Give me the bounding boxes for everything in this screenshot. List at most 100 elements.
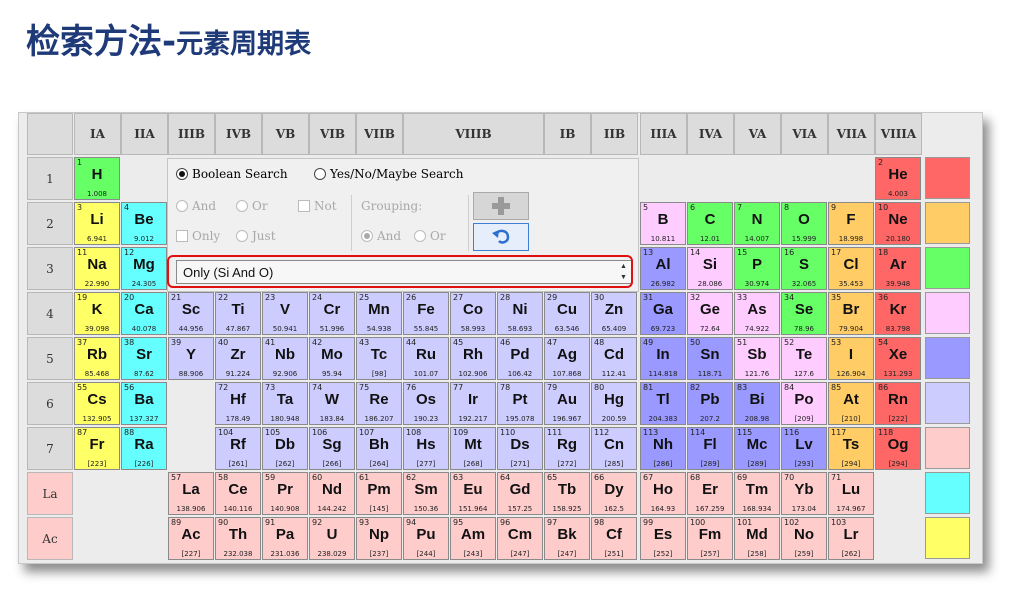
yesno-search-radio-dot[interactable]: [314, 168, 326, 180]
element-pu[interactable]: 94 Pu [244]: [403, 517, 449, 560]
legend-swatch-noble[interactable]: [925, 157, 970, 199]
period-label-la[interactable]: La: [27, 472, 73, 515]
element-zr[interactable]: 40 Zr 91.224: [215, 337, 261, 380]
element-li[interactable]: 3 Li 6.941: [74, 202, 120, 245]
group-header-viib[interactable]: VIIB: [356, 113, 403, 155]
grouping-or-radio-dot[interactable]: [414, 230, 426, 242]
element-fe[interactable]: 26 Fe 55.845: [403, 292, 449, 335]
element-cd[interactable]: 48 Cd 112.41: [591, 337, 637, 380]
just-radio-dot[interactable]: [236, 230, 248, 242]
element-nd[interactable]: 60 Nd 144.242: [309, 472, 355, 515]
element-sg[interactable]: 106 Sg [266]: [309, 427, 355, 470]
element-al[interactable]: 13 Al 26.982: [640, 247, 686, 290]
element-ts[interactable]: 117 Ts [294]: [828, 427, 874, 470]
group-header-iva[interactable]: IVA: [687, 113, 734, 155]
element-sn[interactable]: 50 Sn 118.71: [687, 337, 733, 380]
element-er[interactable]: 68 Er 167.259: [687, 472, 733, 515]
element-bi[interactable]: 83 Bi 208.98: [734, 382, 780, 425]
element-mt[interactable]: 109 Mt [268]: [450, 427, 496, 470]
period-label-3[interactable]: 3: [27, 247, 73, 290]
group-header-iiia[interactable]: IIIA: [640, 113, 687, 155]
element-ca[interactable]: 20 Ca 40.078: [121, 292, 167, 335]
element-po[interactable]: 84 Po [209]: [781, 382, 827, 425]
element-ho[interactable]: 67 Ho 164.93: [640, 472, 686, 515]
or-radio[interactable]: Or: [236, 199, 268, 213]
element-rb[interactable]: 37 Rb 85.468: [74, 337, 120, 380]
element-au[interactable]: 79 Au 196.967: [544, 382, 590, 425]
element-mn[interactable]: 25 Mn 54.938: [356, 292, 402, 335]
element-gd[interactable]: 64 Gd 157.25: [497, 472, 543, 515]
element-nh[interactable]: 113 Nh [286]: [640, 427, 686, 470]
element-pd[interactable]: 46 Pd 106.42: [497, 337, 543, 380]
element-c[interactable]: 6 C 12.01: [687, 202, 733, 245]
undo-button[interactable]: [473, 223, 529, 251]
element-fr[interactable]: 87 Fr [223]: [74, 427, 120, 470]
element-ba[interactable]: 56 Ba 137.327: [121, 382, 167, 425]
period-label-2[interactable]: 2: [27, 202, 73, 245]
legend-swatch-nonmetal[interactable]: [925, 247, 970, 289]
element-ir[interactable]: 77 Ir 192.217: [450, 382, 496, 425]
element-rh[interactable]: 45 Rh 102.906: [450, 337, 496, 380]
element-o[interactable]: 8 O 15.999: [781, 202, 827, 245]
element-cr[interactable]: 24 Cr 51.996: [309, 292, 355, 335]
element-fm[interactable]: 100 Fm [257]: [687, 517, 733, 560]
period-label-6[interactable]: 6: [27, 382, 73, 425]
grouping-and-radio-dot[interactable]: [361, 230, 373, 242]
element-lv[interactable]: 116 Lv [293]: [781, 427, 827, 470]
period-label-1[interactable]: 1: [27, 157, 73, 200]
element-in[interactable]: 49 In 114.818: [640, 337, 686, 380]
element-db[interactable]: 105 Db [262]: [262, 427, 308, 470]
group-header-viiia[interactable]: VIIIA: [875, 113, 922, 155]
element-ac[interactable]: 89 Ac [227]: [168, 517, 214, 560]
element-pt[interactable]: 78 Pt 195.078: [497, 382, 543, 425]
legend-swatch-metalloid[interactable]: [925, 292, 970, 334]
element-hs[interactable]: 108 Hs [277]: [403, 427, 449, 470]
group-header-ib[interactable]: IB: [544, 113, 591, 155]
period-label-5[interactable]: 5: [27, 337, 73, 380]
legend-swatch-lanthanide[interactable]: [925, 427, 970, 469]
only-checkbox[interactable]: Only: [176, 229, 220, 243]
element-pm[interactable]: 61 Pm [145]: [356, 472, 402, 515]
element-sm[interactable]: 62 Sm 150.36: [403, 472, 449, 515]
element-i[interactable]: 53 I 126.904: [828, 337, 874, 380]
element-te[interactable]: 52 Te 127.6: [781, 337, 827, 380]
element-cm[interactable]: 96 Cm [247]: [497, 517, 543, 560]
element-p[interactable]: 15 P 30.974: [734, 247, 780, 290]
period-label-7[interactable]: 7: [27, 427, 73, 470]
element-s[interactable]: 16 S 32.065: [781, 247, 827, 290]
element-fl[interactable]: 114 Fl [289]: [687, 427, 733, 470]
group-header-viiib[interactable]: VIIIB: [403, 113, 544, 155]
element-cs[interactable]: 55 Cs 132.905: [74, 382, 120, 425]
element-se[interactable]: 34 Se 78.96: [781, 292, 827, 335]
add-term-button[interactable]: [473, 192, 529, 220]
grouping-and-radio[interactable]: And: [361, 229, 401, 243]
element-ce[interactable]: 58 Ce 140.116: [215, 472, 261, 515]
element-he[interactable]: 2 He 4.003: [875, 157, 921, 200]
element-sb[interactable]: 51 Sb 121.76: [734, 337, 780, 380]
element-hg[interactable]: 80 Hg 200.59: [591, 382, 637, 425]
element-br[interactable]: 35 Br 79.904: [828, 292, 874, 335]
element-w[interactable]: 74 W 183.84: [309, 382, 355, 425]
element-no[interactable]: 102 No [259]: [781, 517, 827, 560]
element-ar[interactable]: 18 Ar 39.948: [875, 247, 921, 290]
element-ge[interactable]: 32 Ge 72.64: [687, 292, 733, 335]
element-ru[interactable]: 44 Ru 101.07: [403, 337, 449, 380]
element-zn[interactable]: 30 Zn 65.409: [591, 292, 637, 335]
element-la[interactable]: 57 La 138.906: [168, 472, 214, 515]
element-n[interactable]: 7 N 14.007: [734, 202, 780, 245]
group-header-viia[interactable]: VIIA: [828, 113, 875, 155]
element-kr[interactable]: 36 Kr 83.798: [875, 292, 921, 335]
element-pr[interactable]: 59 Pr 140.908: [262, 472, 308, 515]
element-rf[interactable]: 104 Rf [261]: [215, 427, 261, 470]
element-ni[interactable]: 28 Ni 58.693: [497, 292, 543, 335]
element-mo[interactable]: 42 Mo 95.94: [309, 337, 355, 380]
element-os[interactable]: 76 Os 190.23: [403, 382, 449, 425]
element-np[interactable]: 93 Np [237]: [356, 517, 402, 560]
element-bh[interactable]: 107 Bh [264]: [356, 427, 402, 470]
element-h[interactable]: 1 H 1.008: [74, 157, 120, 200]
group-header-via[interactable]: VIA: [781, 113, 828, 155]
group-header-iib[interactable]: IIB: [591, 113, 638, 155]
group-header-vb[interactable]: VB: [262, 113, 309, 155]
period-label-ac[interactable]: Ac: [27, 517, 73, 560]
element-re[interactable]: 75 Re 186.207: [356, 382, 402, 425]
